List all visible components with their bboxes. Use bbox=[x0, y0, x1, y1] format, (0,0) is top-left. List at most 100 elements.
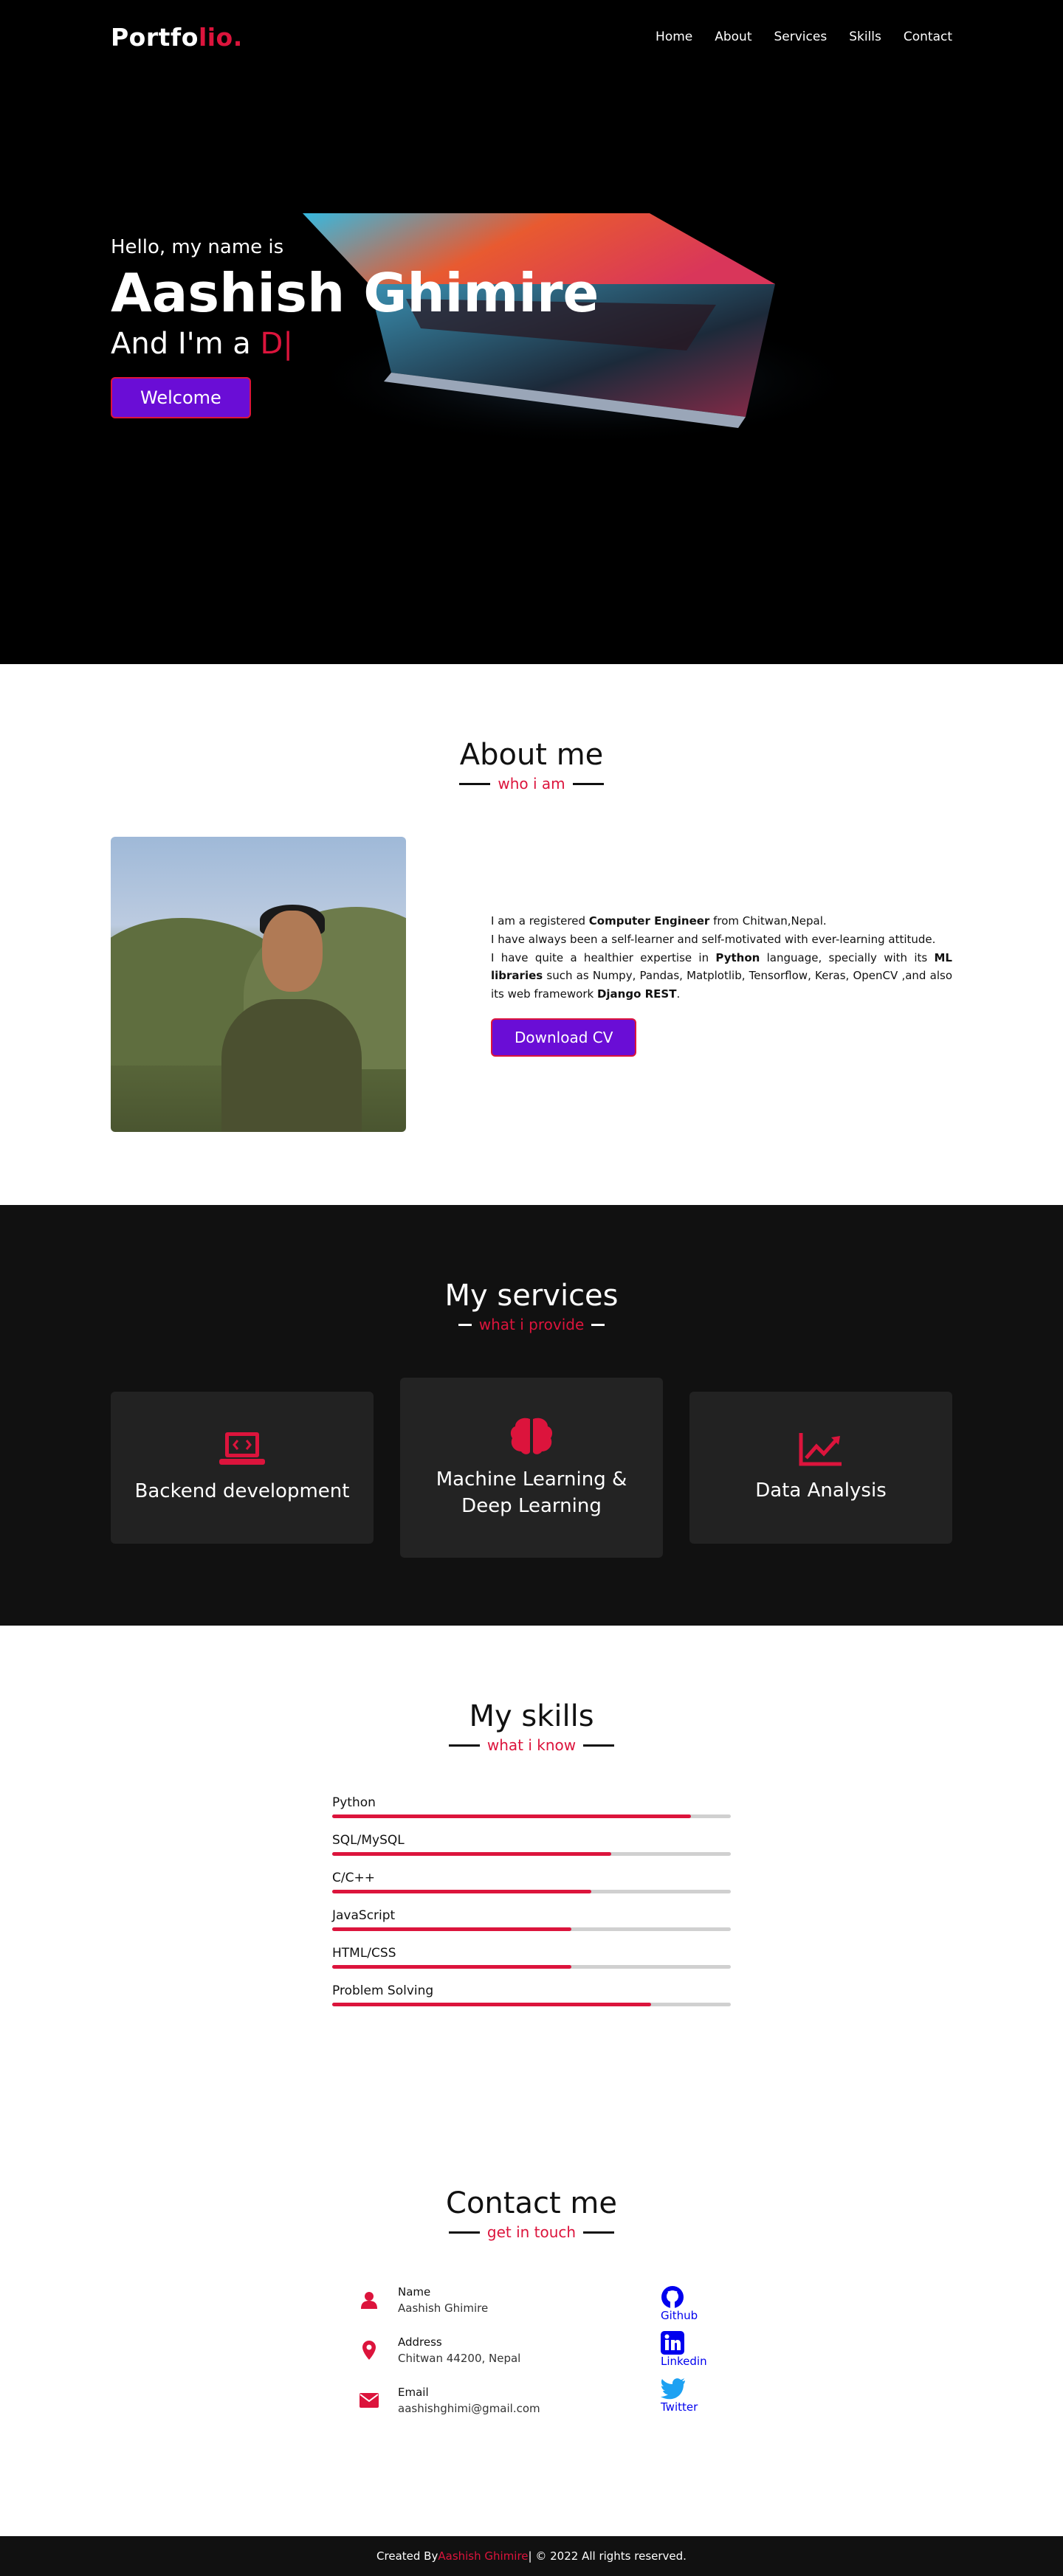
skill-name: SQL/MySQL bbox=[332, 1833, 405, 1848]
skill-bar bbox=[332, 1965, 731, 1969]
divider-line bbox=[458, 1323, 472, 1326]
skill-bar bbox=[332, 1814, 731, 1818]
skill-item: Python bbox=[332, 1795, 731, 1818]
divider-line bbox=[572, 782, 604, 785]
skill-item: Problem Solving bbox=[332, 1983, 731, 2006]
skill-bar-fill bbox=[332, 2003, 651, 2006]
contact-label: Name bbox=[398, 2285, 431, 2299]
contact-value: aashishghimi@gmail.com bbox=[398, 2402, 540, 2415]
divider-line bbox=[583, 1744, 615, 1747]
skills-title: My skills bbox=[469, 1699, 594, 1733]
divider-line bbox=[448, 1744, 480, 1747]
service-card-title: Machine Learning & Deep Learning bbox=[436, 1468, 627, 1517]
skill-bar bbox=[332, 1927, 731, 1931]
contact-info: Name Aashish Ghimire Address Chitwan 44200… bbox=[351, 2285, 661, 2436]
skill-item: HTML/CSS bbox=[332, 1946, 731, 1969]
twitter-icon bbox=[661, 2378, 685, 2400]
skill-name: Python bbox=[332, 1795, 376, 1810]
contact-body: Name Aashish Ghimire Address Chitwan 44200… bbox=[0, 2241, 1063, 2436]
contact-label: Email bbox=[398, 2386, 429, 2399]
skills-subtitle: what i know bbox=[0, 1736, 1063, 1754]
nav-item-about[interactable]: About bbox=[715, 30, 751, 44]
service-card-ml[interactable]: Machine Learning & Deep Learning bbox=[400, 1378, 663, 1558]
about-subtitle: who i am bbox=[0, 775, 1063, 793]
twitter-label: Twitter bbox=[661, 2400, 698, 2414]
nav-menu: Home About Services Skills Contact bbox=[656, 30, 952, 44]
hero-role-typed: D| bbox=[260, 327, 293, 362]
service-card-data[interactable]: Data Analysis bbox=[689, 1392, 952, 1544]
divider-line bbox=[583, 2231, 615, 2234]
skill-bar-fill bbox=[332, 1814, 691, 1818]
welcome-button[interactable]: Welcome bbox=[111, 377, 251, 419]
profile-photo bbox=[111, 837, 406, 1132]
logo[interactable]: Portfolio. bbox=[111, 23, 243, 52]
hero-role: And I'm a D| bbox=[111, 327, 599, 361]
about-title: About me bbox=[459, 738, 604, 772]
footer-suffix: | © 2022 All rights reserved. bbox=[528, 2549, 687, 2563]
nav-item-contact[interactable]: Contact bbox=[904, 30, 952, 44]
skill-list: Python SQL/MySQL C/C++ JavaScript HTML/C… bbox=[332, 1795, 731, 2006]
linkedin-label: Linkedin bbox=[661, 2355, 707, 2368]
user-icon bbox=[358, 2291, 380, 2309]
nav-item-home[interactable]: Home bbox=[656, 30, 692, 44]
github-link[interactable]: Github bbox=[661, 2285, 712, 2322]
skill-bar-fill bbox=[332, 1890, 591, 1893]
services-subtitle: what i provide bbox=[0, 1316, 1063, 1333]
skill-name: JavaScript bbox=[332, 1908, 396, 1923]
contact-subtitle: get in touch bbox=[0, 2223, 1063, 2241]
about-section: About me who i am I am a registered Comp… bbox=[0, 664, 1063, 1205]
services-title: My services bbox=[444, 1279, 619, 1313]
linkedin-icon bbox=[661, 2331, 684, 2355]
services-subtitle-text: what i provide bbox=[478, 1316, 585, 1333]
skills-section: My skills what i know Python SQL/MySQL C… bbox=[0, 1626, 1063, 2127]
github-label: Github bbox=[661, 2309, 698, 2322]
service-card-backend[interactable]: Backend development bbox=[111, 1392, 374, 1544]
about-paragraph-2: I have always been a self-learner and se… bbox=[491, 932, 936, 946]
skill-bar-fill bbox=[332, 1852, 611, 1856]
service-card-title: Backend development bbox=[134, 1479, 350, 1502]
divider-line bbox=[459, 782, 491, 785]
hero-text: Hello, my name is Aashish Ghimire And I'… bbox=[111, 236, 599, 419]
contact-row-email: Email aashishghimi@gmail.com bbox=[351, 2386, 661, 2415]
skill-bar bbox=[332, 2003, 731, 2006]
hero-greeting: Hello, my name is bbox=[111, 236, 284, 258]
service-cards: Backend development Machine Learning & D… bbox=[0, 1333, 1063, 1558]
logo-accent: lio. bbox=[198, 22, 243, 52]
skill-name: HTML/CSS bbox=[332, 1946, 396, 1961]
contact-label: Address bbox=[398, 2335, 442, 2349]
skill-bar-fill bbox=[332, 1927, 571, 1931]
about-subtitle-text: who i am bbox=[498, 775, 565, 793]
laptop-code-icon bbox=[219, 1432, 265, 1465]
hero-name: Aashish Ghimire bbox=[111, 262, 599, 324]
service-card-title: Data Analysis bbox=[755, 1479, 887, 1502]
twitter-link[interactable]: Twitter bbox=[661, 2377, 712, 2414]
brain-icon bbox=[510, 1418, 553, 1454]
skill-name: C/C++ bbox=[332, 1871, 375, 1885]
skill-bar bbox=[332, 1852, 731, 1856]
skill-bar-fill bbox=[332, 1965, 571, 1969]
nav-item-skills[interactable]: Skills bbox=[849, 30, 881, 44]
chart-line-icon bbox=[799, 1432, 842, 1466]
services-section: My services what i provide Backend devel… bbox=[0, 1205, 1063, 1626]
skill-item: JavaScript bbox=[332, 1908, 731, 1931]
navbar: Portfolio. Home About Services Skills Co… bbox=[0, 0, 1063, 74]
skill-item: C/C++ bbox=[332, 1871, 731, 1893]
skill-item: SQL/MySQL bbox=[332, 1833, 731, 1856]
footer-author-link[interactable]: Aashish Ghimire bbox=[438, 2549, 528, 2563]
about-text: I am a registered Computer Engineer from… bbox=[491, 912, 952, 1057]
contact-value: Aashish Ghimire bbox=[398, 2302, 489, 2315]
skill-bar bbox=[332, 1890, 731, 1893]
hero-role-prefix: And I'm a bbox=[111, 327, 261, 362]
nav-item-services[interactable]: Services bbox=[774, 30, 828, 44]
contact-subtitle-text: get in touch bbox=[486, 2223, 577, 2241]
map-marker-icon bbox=[358, 2341, 380, 2360]
github-icon bbox=[661, 2286, 684, 2308]
download-cv-button[interactable]: Download CV bbox=[491, 1018, 637, 1057]
contact-row-name: Name Aashish Ghimire bbox=[351, 2285, 661, 2315]
linkedin-link[interactable]: Linkedin bbox=[661, 2331, 712, 2368]
footer-prefix: Created By bbox=[376, 2549, 438, 2563]
divider-line bbox=[591, 1323, 605, 1326]
skill-name: Problem Solving bbox=[332, 1983, 434, 1998]
contact-title: Contact me bbox=[446, 2186, 617, 2220]
about-paragraph-1: I am a registered Computer Engineer from… bbox=[491, 914, 827, 928]
